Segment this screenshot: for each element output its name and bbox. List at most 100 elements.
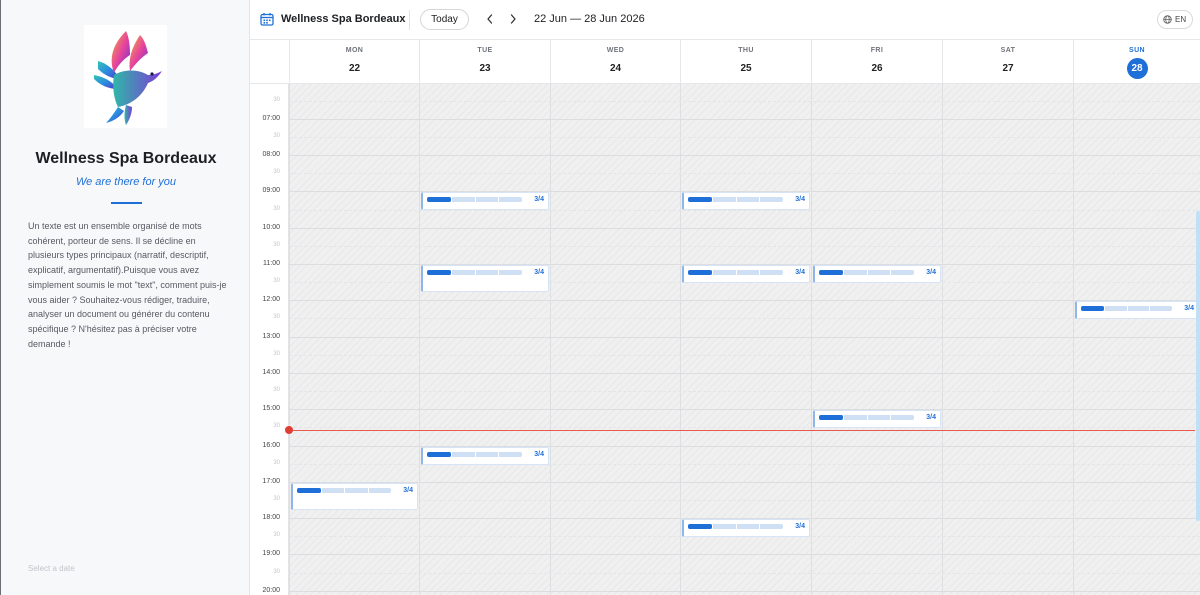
capacity-divider xyxy=(759,270,761,275)
grid-line xyxy=(289,155,1200,157)
day-header-tue[interactable]: TUE 23 xyxy=(419,40,550,84)
session-slot[interactable]: 3/4 xyxy=(682,265,810,283)
session-slot[interactable]: 3/4 xyxy=(421,265,549,292)
language-switcher[interactable]: EN xyxy=(1157,10,1193,29)
day-header-sun[interactable]: SUN 28 xyxy=(1073,40,1200,84)
time-gutter: 06:00 30 07:00 30 08:00 30 09:00 30 10:00 30 11:00… xyxy=(250,84,289,595)
capacity-divider xyxy=(498,270,500,275)
capacity-divider xyxy=(711,197,713,203)
capacity-label: 3/4 xyxy=(795,523,805,531)
day-number: 27 xyxy=(1002,63,1014,74)
hour-label: 15:00 xyxy=(262,405,280,413)
capacity-divider xyxy=(320,487,322,493)
day-header-thu[interactable]: THU 25 xyxy=(680,40,811,84)
session-slot[interactable]: 3/4 xyxy=(682,519,810,538)
grid-line xyxy=(289,590,1200,592)
session-slot[interactable]: 3/4 xyxy=(682,192,810,211)
capacity-label: 3/4 xyxy=(926,269,936,276)
session-slot[interactable]: 3/4 xyxy=(421,192,549,211)
business-description: Un texte est un ensemble organisé de mot… xyxy=(28,221,227,349)
half-hour-label: 30 xyxy=(273,169,280,176)
capacity-divider xyxy=(450,451,452,457)
day-name: WED xyxy=(606,47,625,54)
capacity-fill xyxy=(819,415,843,421)
capacity-divider xyxy=(866,270,868,275)
capacity-divider xyxy=(1149,306,1151,312)
capacity-divider xyxy=(1126,306,1128,312)
capacity-fill xyxy=(427,451,451,457)
day-header-mon[interactable]: MON 22 xyxy=(289,40,419,84)
capacity-bar xyxy=(688,524,783,530)
today-button[interactable]: Today xyxy=(420,9,469,30)
capacity-fill xyxy=(819,270,843,275)
day-number: 26 xyxy=(871,63,883,74)
capacity-divider xyxy=(735,270,737,275)
capacity-divider xyxy=(450,197,452,203)
day-header-wed[interactable]: WED 24 xyxy=(550,40,680,84)
grid-line xyxy=(289,227,1200,229)
capacity-divider xyxy=(735,197,737,203)
grid-line xyxy=(289,372,1200,374)
day-number: 23 xyxy=(479,63,491,74)
day-name: MON xyxy=(345,47,364,54)
calendar-icon xyxy=(260,13,274,26)
capacity-divider xyxy=(735,524,737,530)
day-name: SUN xyxy=(1129,47,1145,54)
capacity-bar xyxy=(297,487,391,493)
capacity-divider xyxy=(842,415,844,421)
day-header-fri[interactable]: FRI 26 xyxy=(811,40,942,84)
capacity-divider xyxy=(890,270,892,275)
capacity-bar xyxy=(427,270,522,275)
capacity-label: 3/4 xyxy=(534,196,544,204)
session-slot[interactable]: 3/4 xyxy=(1075,301,1199,320)
hour-label: 09:00 xyxy=(262,187,280,195)
session-slot[interactable]: 3/4 xyxy=(813,410,941,429)
capacity-bar xyxy=(427,197,522,203)
grid-line xyxy=(289,409,1200,411)
half-hour-label: 30 xyxy=(273,532,280,539)
chevron-right-icon[interactable] xyxy=(506,11,520,27)
capacity-label: 3/4 xyxy=(1184,305,1194,313)
session-slot[interactable]: 3/4 xyxy=(291,482,418,510)
grid-line xyxy=(289,136,1200,138)
session-slot[interactable]: 3/4 xyxy=(421,446,549,465)
capacity-fill xyxy=(688,197,712,203)
grid-line xyxy=(289,554,1200,556)
capacity-label: 3/4 xyxy=(534,269,544,276)
day-name: TUE xyxy=(477,47,493,54)
hour-label: 08:00 xyxy=(262,151,280,159)
capacity-fill xyxy=(1081,306,1104,312)
half-hour-label: 30 xyxy=(273,241,280,248)
grid-line xyxy=(289,245,1200,247)
scrollbar[interactable] xyxy=(1196,211,1200,521)
capacity-divider xyxy=(474,451,476,457)
grid-line xyxy=(289,118,1200,120)
capacity-divider xyxy=(866,415,868,421)
grid-line xyxy=(289,427,1200,429)
hour-label: 10:00 xyxy=(262,223,280,231)
chevron-left-icon[interactable] xyxy=(483,11,497,27)
calendar-toolbar: Wellness Spa Bordeaux Today 22 Jun — 28 … xyxy=(250,0,1200,40)
capacity-divider xyxy=(367,487,369,493)
half-hour-label: 30 xyxy=(273,350,280,357)
half-hour-label: 30 xyxy=(273,495,280,502)
capacity-label: 3/4 xyxy=(926,414,936,422)
hour-label: 13:00 xyxy=(262,332,280,340)
capacity-divider xyxy=(498,451,500,457)
language-label: EN xyxy=(1175,15,1187,24)
hour-label: 12:00 xyxy=(262,296,280,304)
capacity-divider xyxy=(842,270,844,275)
capacity-fill xyxy=(297,487,321,493)
hour-label: 16:00 xyxy=(262,441,280,449)
capacity-bar xyxy=(819,270,914,275)
day-header-sat[interactable]: SAT 27 xyxy=(942,40,1073,84)
grid-line xyxy=(289,354,1200,356)
tagline-divider xyxy=(111,202,142,204)
grid-line xyxy=(289,100,1200,102)
session-slot[interactable]: 3/4 xyxy=(813,265,941,283)
capacity-label: 3/4 xyxy=(795,269,805,276)
week-grid: 06:00 30 07:00 30 08:00 30 09:00 30 10:00 30 11:00… xyxy=(250,84,1200,595)
grid-line xyxy=(289,173,1200,175)
grid-line xyxy=(289,481,1200,483)
capacity-label: 3/4 xyxy=(534,450,544,458)
